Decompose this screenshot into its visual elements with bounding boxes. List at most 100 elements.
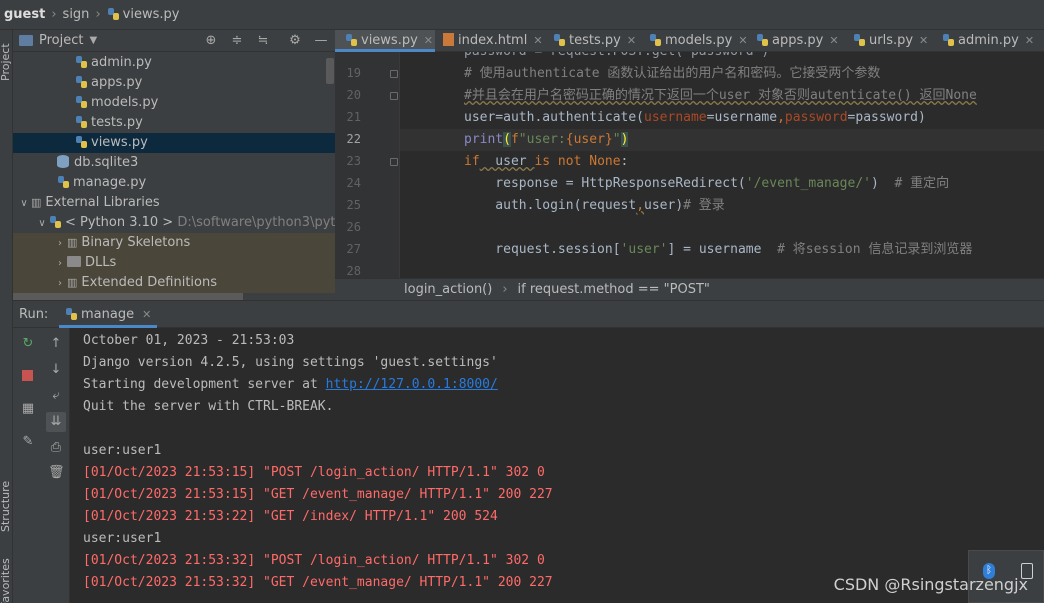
- code-line-25: auth.login(request,user)# 登录: [400, 195, 1044, 217]
- breadcrumb-file-label: views.py: [122, 7, 180, 22]
- tree-item-extended-definitions[interactable]: › ▥ Extended Definitions: [13, 273, 335, 293]
- html-file-icon: [443, 33, 454, 46]
- chevron-down-icon[interactable]: ∨: [35, 214, 49, 234]
- arrow-up-icon[interactable]: ↑: [48, 336, 64, 352]
- tree-item-binary-skeletons[interactable]: › ▥ Binary Skeletons: [13, 233, 335, 253]
- expand-all-icon[interactable]: ≑: [229, 33, 245, 49]
- chevron-down-icon[interactable]: ∨: [17, 194, 31, 214]
- gear-icon[interactable]: ⚙: [287, 33, 303, 49]
- project-view-selector[interactable]: Project: [39, 33, 83, 48]
- tab-apps-py[interactable]: apps.py ✕: [748, 30, 845, 52]
- python-file-icon: [75, 135, 88, 149]
- console-log-line: [01/Oct/2023 21:53:32] "GET /event_manag…: [83, 575, 553, 590]
- tab-tests-py[interactable]: tests.py ✕: [545, 30, 641, 52]
- minimize-icon[interactable]: —: [313, 33, 329, 49]
- tree-item-apps-py[interactable]: apps.py: [13, 73, 335, 93]
- soft-wrap-icon[interactable]: ⤶: [48, 388, 64, 404]
- tree-item-python-sdk[interactable]: ∨ < Python 3.10 > D:\software\python3\pyt…: [13, 213, 335, 233]
- code-comment: # 登录: [683, 198, 725, 213]
- server-url-link[interactable]: http://127.0.0.1:8000/: [326, 377, 498, 392]
- tab-views-py[interactable]: views.py ✕: [335, 30, 435, 52]
- chevron-right-icon[interactable]: ›: [53, 274, 67, 294]
- tree-item-manage-py[interactable]: manage.py: [13, 173, 335, 193]
- database-icon: [57, 155, 69, 168]
- vertical-scrollbar[interactable]: [326, 58, 334, 84]
- print-icon[interactable]: ⎙: [48, 440, 64, 456]
- console-output[interactable]: October 01, 2023 - 21:53:03 Django versi…: [70, 328, 1044, 603]
- tab-label: apps.py: [772, 33, 824, 48]
- close-icon[interactable]: ✕: [829, 34, 838, 47]
- sdk-path: D:\software\python3\python: [177, 215, 335, 230]
- close-icon[interactable]: ✕: [919, 34, 928, 47]
- tree-item-tests-py[interactable]: tests.py: [13, 113, 335, 133]
- tab-index-html[interactable]: index.html ✕: [435, 30, 545, 52]
- line-number: 28: [346, 264, 361, 278]
- tree-item-views-py[interactable]: views.py: [13, 133, 335, 153]
- line-number-current: 22: [346, 132, 361, 146]
- close-icon[interactable]: ✕: [627, 34, 636, 47]
- code-line-24: response = HttpResponseRedirect('/event_…: [400, 173, 1044, 195]
- close-icon[interactable]: ✕: [424, 34, 433, 47]
- locate-icon[interactable]: ⊕: [203, 33, 219, 49]
- console-log-line: [01/Oct/2023 21:53:22] "GET /index/ HTTP…: [83, 509, 498, 524]
- close-icon[interactable]: ✕: [533, 34, 542, 47]
- code-editor[interactable]: password = request.POST.get('password') …: [400, 52, 1044, 278]
- code-line-19: # 使用authenticate 函数认证给出的用户名和密码。它接受两个参数: [400, 63, 1044, 85]
- horizontal-scrollbar[interactable]: [13, 293, 243, 300]
- line-number: 23: [346, 154, 361, 168]
- fold-marker-icon[interactable]: [390, 70, 398, 78]
- code-token: ] = username: [667, 242, 778, 257]
- code-line-27: request.session['user'] = username # 将se…: [400, 239, 1044, 261]
- tab-urls-py[interactable]: urls.py ✕: [845, 30, 934, 52]
- fold-marker-icon[interactable]: [390, 92, 398, 100]
- arrow-down-icon[interactable]: ↓: [48, 362, 64, 378]
- tool-window-project-tab[interactable]: Project: [0, 36, 12, 88]
- chevron-right-icon[interactable]: ›: [53, 254, 67, 274]
- pin-icon[interactable]: ✎: [20, 434, 36, 450]
- tab-label: tests.py: [569, 33, 621, 48]
- tool-window-structure-tab[interactable]: Structure: [0, 470, 12, 542]
- tree-item-external-libraries[interactable]: ∨ ▥ External Libraries: [13, 193, 335, 213]
- trash-icon[interactable]: 🗑: [48, 465, 65, 481]
- chevron-down-icon[interactable]: ▼: [89, 35, 97, 46]
- code-breadcrumb-function[interactable]: login_action(): [404, 282, 492, 297]
- collapse-all-icon[interactable]: ≒: [255, 33, 271, 49]
- close-icon[interactable]: ✕: [738, 34, 747, 47]
- tree-item-label: models.py: [91, 95, 159, 110]
- console-log-line: [01/Oct/2023 21:53:15] "POST /login_acti…: [83, 465, 545, 480]
- code-line-partial: password = request.POST.get('password'): [400, 52, 1044, 63]
- tree-item-dlls[interactable]: › DLLs: [13, 253, 335, 273]
- breadcrumb-file[interactable]: views.py: [107, 7, 180, 22]
- run-tab-manage[interactable]: manage ✕: [59, 301, 157, 328]
- stop-icon[interactable]: [22, 370, 33, 381]
- code-token: :: [620, 154, 629, 169]
- scroll-to-end-icon[interactable]: ⇊: [46, 412, 66, 432]
- tab-admin-py[interactable]: admin.py ✕: [934, 30, 1042, 52]
- code-token: (: [503, 132, 511, 147]
- tree-item-db-sqlite3[interactable]: db.sqlite3: [13, 153, 335, 173]
- code-breadcrumb-condition[interactable]: if request.method == "POST": [518, 282, 710, 297]
- layout-icon[interactable]: ▦: [20, 401, 36, 417]
- close-icon[interactable]: ✕: [1025, 34, 1034, 47]
- close-icon[interactable]: ✕: [142, 308, 151, 321]
- tab-models-py[interactable]: models.py ✕: [641, 30, 748, 52]
- code-string: ": [612, 132, 621, 147]
- code-fstring-var: {user}: [565, 132, 613, 147]
- python-file-icon: [65, 307, 78, 321]
- rerun-icon[interactable]: ↻: [20, 336, 36, 352]
- breadcrumb-folder[interactable]: sign: [63, 7, 90, 22]
- fold-marker-icon[interactable]: [390, 158, 398, 166]
- breadcrumb-project[interactable]: guest: [4, 7, 45, 22]
- code-string: 'user': [620, 242, 668, 257]
- tool-window-favorites-tab[interactable]: Favorites: [0, 552, 12, 603]
- console-line: user:user1: [83, 531, 162, 546]
- tree-item-label: < Python 3.10 >: [65, 215, 174, 230]
- run-panel-header: Run: manage ✕: [13, 300, 1044, 328]
- console-line: October 01, 2023 - 21:53:03: [83, 333, 295, 348]
- run-label: Run:: [19, 307, 49, 322]
- python-file-icon: [345, 33, 358, 47]
- chevron-right-icon[interactable]: ›: [53, 234, 67, 254]
- tree-item-admin-py[interactable]: admin.py: [13, 53, 335, 73]
- tree-item-models-py[interactable]: models.py: [13, 93, 335, 113]
- console-log-line: [01/Oct/2023 21:53:15] "GET /event_manag…: [83, 487, 553, 502]
